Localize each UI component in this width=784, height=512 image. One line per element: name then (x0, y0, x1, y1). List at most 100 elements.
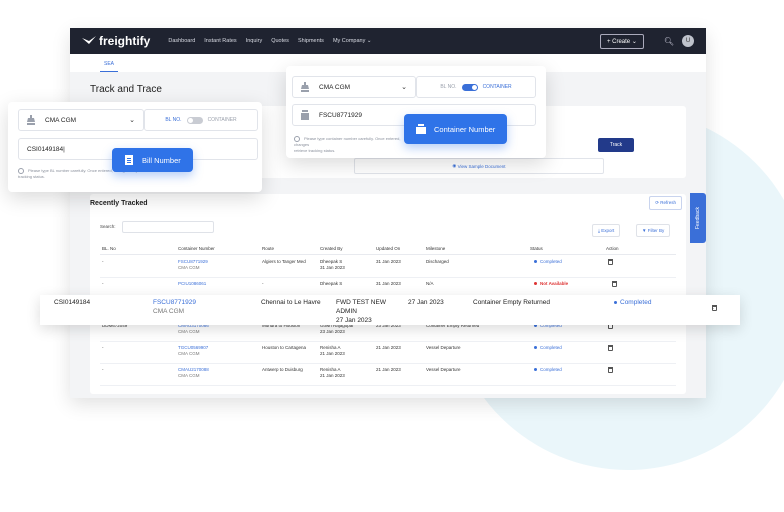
bill-hint-line2: tracking status. (18, 174, 45, 180)
toggle-knob (471, 84, 477, 90)
toggle-knob (187, 117, 193, 123)
row-actions: · (608, 367, 613, 375)
bl-container-toggle-group: BL NO. CONTAINER (144, 109, 258, 131)
trash-icon[interactable] (612, 281, 617, 287)
nav-item-dashboard[interactable]: Dashboard (168, 38, 195, 44)
cell-milestone: Container Empty Returned (473, 299, 550, 306)
status-dot-icon (534, 260, 537, 264)
create-button-label: + Create (606, 38, 631, 45)
table-header: BL. No Container Number Route Created By… (100, 243, 676, 255)
export-button[interactable]: ⤓ Export (592, 224, 621, 237)
highlighted-table-row[interactable]: CSI0149184 FSCU8771929 CMA CGM Chennai t… (40, 295, 740, 325)
filter-button[interactable]: ▼ Filter By (636, 224, 671, 237)
tab-sea[interactable]: SEA (100, 61, 119, 72)
brand-logo[interactable]: freightify (82, 34, 150, 48)
cell-container-link[interactable]: PCIU1086061 (178, 281, 206, 286)
cell-bl: - (102, 345, 104, 350)
cell-milestone: N/A (426, 281, 434, 286)
cell-bl: CSI0149184 (54, 299, 91, 306)
table-row[interactable]: - TGCU0569907 CMA CGM Houston to Cartage… (100, 342, 676, 364)
refresh-button[interactable]: ⟳ Refresh (649, 196, 682, 210)
mode-toggle[interactable] (186, 116, 203, 124)
text-cursor: | (63, 145, 65, 153)
search-icon[interactable]: 🔍︎ (664, 37, 674, 46)
bill-number-pill: Bill Number (112, 148, 193, 172)
cell-route: Algiers to Tanger Med (262, 259, 306, 264)
table-row[interactable]: - CMAU2170088 CMA CGM Antwerp to Duisbur… (100, 364, 676, 386)
cell-created-by: Dheepak S (320, 281, 343, 286)
status-badge: Completed (534, 345, 562, 350)
main-nav: Dashboard Instant Rates Inquiry Quotes S… (168, 38, 371, 44)
cell-carrier: CMA CGM (178, 373, 200, 378)
cell-updated-on: 21 Jan 2023 (376, 345, 401, 350)
container-number-pill-label: Container Number (434, 124, 496, 134)
more-icon[interactable]: · (608, 348, 610, 353)
container-icon (301, 110, 309, 120)
page-title: Track and Trace (90, 84, 162, 95)
carrier-select[interactable]: CMA CGM ⌄ (18, 109, 144, 131)
logo-mark-icon (82, 36, 96, 44)
table-row[interactable]: - FSCU8771929 CMA CGM Algiers to Tanger … (100, 256, 676, 278)
status-badge: Completed (534, 259, 562, 264)
cell-updated-on: 27 Jan 2023 (408, 299, 444, 306)
create-button[interactable]: + Create ⌄ (599, 33, 644, 49)
ship-icon (27, 115, 35, 125)
cell-milestone: Discharged (426, 259, 449, 264)
cell-container-link[interactable]: CMAU2170088 (178, 367, 209, 372)
more-icon[interactable]: · (712, 305, 714, 312)
chevron-down-icon: ⌄ (631, 38, 637, 45)
nav-item-shipments[interactable]: Shipments (298, 38, 324, 44)
export-label: Export (601, 228, 615, 233)
cell-bl: - (102, 367, 104, 372)
cell-created-on: 21 Jan 2023 (320, 351, 345, 356)
container-hint: Please type container number carefully. … (294, 136, 414, 154)
carrier-select[interactable]: CMA CGM ⌄ (292, 76, 416, 98)
container-hint-line2: retrieve tracking status. (294, 148, 336, 154)
filter-label: Filter By (647, 228, 665, 233)
nav-item-quotes[interactable]: Quotes (271, 38, 289, 44)
search-input[interactable] (122, 221, 214, 233)
recently-tracked-title: Recently Tracked (90, 200, 148, 207)
nav-item-instant-rates[interactable]: Instant Rates (204, 38, 236, 44)
cell-route: Houston to Cartagena (262, 345, 307, 350)
column-header-updated-on: Updated On (376, 246, 401, 251)
nav-item-my-company[interactable]: My Company ⌄ (333, 38, 372, 44)
status-dot-icon (614, 300, 617, 304)
row-actions: · (608, 259, 613, 267)
status-label: Completed (540, 259, 562, 264)
container-label: CONTAINER (207, 117, 237, 123)
container-hint-line1: Please type container number carefully. … (294, 136, 401, 148)
nav-item-inquiry[interactable]: Inquiry (246, 38, 263, 44)
container-icon (416, 124, 426, 134)
more-icon[interactable]: · (608, 326, 610, 331)
bl-container-toggle-group: BL NO. CONTAINER (416, 76, 536, 98)
status-dot-icon (534, 346, 537, 350)
cell-container-link[interactable]: FSCU8771929 (153, 299, 196, 306)
container-label: CONTAINER (482, 84, 512, 90)
mode-toggle[interactable] (461, 83, 478, 91)
feedback-tab[interactable]: Feedback (690, 193, 706, 243)
avatar[interactable]: U (682, 35, 694, 47)
search-label: Search: (100, 224, 116, 229)
view-sample-document-link[interactable]: ◉ View Sample Document (354, 158, 604, 174)
status-dot-icon (534, 368, 537, 372)
column-header-container: Container Number (178, 246, 215, 251)
cell-created-by: Dheepak S (320, 259, 343, 264)
more-icon[interactable]: · (608, 262, 610, 267)
column-header-status: Status (530, 246, 543, 251)
bl-label: BL NO. (440, 84, 457, 90)
track-button[interactable]: Track (598, 138, 634, 152)
row-actions (612, 281, 617, 288)
cell-created-on: 21 Jan 2023 (320, 373, 345, 378)
row-actions: · (712, 305, 717, 313)
cell-route: - (262, 281, 264, 286)
more-icon[interactable]: · (608, 370, 610, 375)
cell-container-link[interactable]: TGCU0569907 (178, 345, 208, 350)
cell-updated-on: 31 Jan 2023 (376, 281, 401, 286)
cell-bl: - (102, 281, 104, 286)
recently-tracked-card: Recently Tracked ⟳ Refresh Search: ⤓ Exp… (90, 194, 686, 394)
status-label: Not Available (540, 281, 569, 286)
cell-container-link[interactable]: FSCU8771929 (178, 259, 208, 264)
brand-name: freightify (99, 34, 151, 48)
container-search-card: CMA CGM ⌄ BL NO. CONTAINER FSCU8771929 P… (286, 66, 546, 158)
